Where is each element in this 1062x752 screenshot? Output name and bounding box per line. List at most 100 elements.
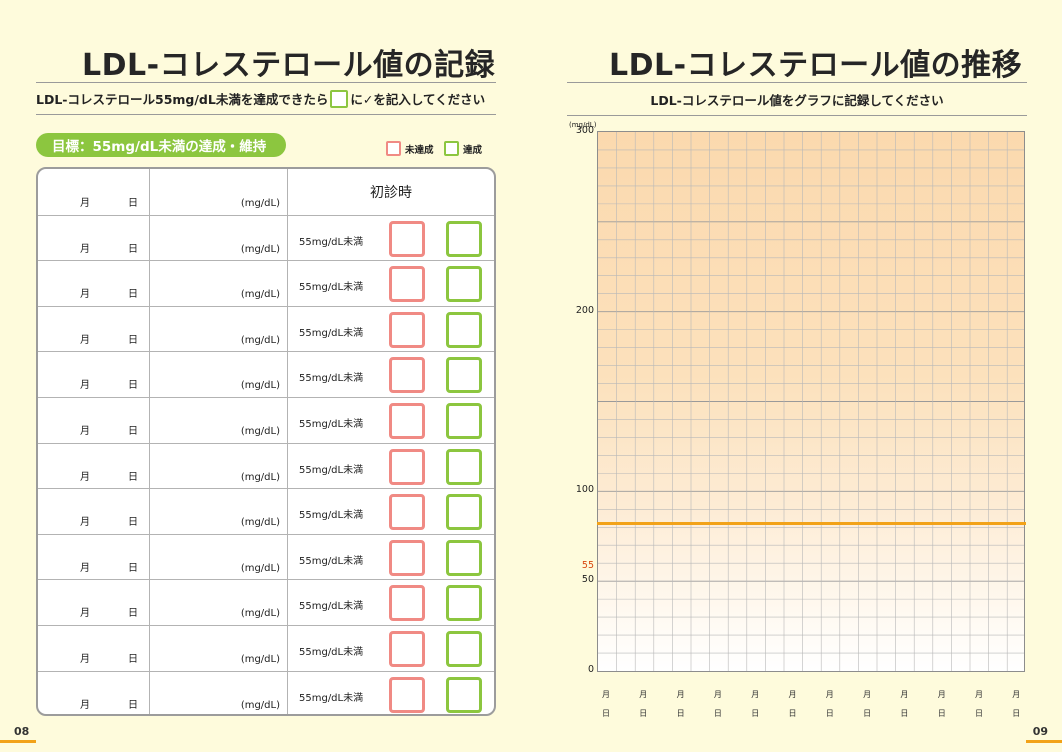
date-cell[interactable]: 月日 [38,443,150,489]
date-cell[interactable]: 月日 [38,169,150,215]
unit-label: (mg/dL) [240,334,280,346]
not-achieved-checkbox[interactable] [389,448,425,485]
value-cell[interactable]: (mg/dL) [150,398,288,443]
date-cell[interactable]: 月日 [38,671,150,714]
day-label: 日 [128,334,138,346]
achieved-checkbox[interactable] [446,539,482,576]
value-cell[interactable]: (mg/dL) [150,169,288,215]
table-row: 月日 (mg/dL) 55mg/dL未満 [38,351,494,398]
not-achieved-checkbox[interactable] [389,266,425,303]
achieved-checkbox[interactable] [446,403,482,439]
day-label: 日 [128,380,138,392]
date-cell[interactable]: 月日 [38,306,150,352]
date-cell[interactable]: 月日 [38,580,150,626]
threshold-label: 55mg/dL未満 [299,419,364,430]
not-achieved-checkbox[interactable] [389,631,425,667]
red-square-icon [386,141,401,156]
month-label: 月 [80,517,90,529]
achieved-checkbox[interactable] [446,311,482,348]
value-cell[interactable]: (mg/dL) [150,352,288,398]
table-row: 月日 (mg/dL) 55mg/dL未満 [38,670,494,714]
date-cell[interactable]: 月日 [38,215,150,261]
unit-label: (mg/dL) [240,699,280,711]
x-month-label: 月 [975,690,983,699]
not-achieved-checkbox[interactable] [389,357,425,394]
x-day-label: 日 [975,709,983,718]
day-label: 日 [128,198,138,209]
value-cell[interactable]: (mg/dL) [150,443,288,489]
threshold-label: 55mg/dL未満 [299,555,364,567]
x-month-label: 月 [937,690,946,699]
achieved-checkbox[interactable] [446,266,482,303]
value-cell[interactable]: (mg/dL) [150,534,288,580]
date-cell[interactable]: 月日 [38,534,150,580]
achieved-checkbox[interactable] [446,357,482,394]
graph-grid [598,132,1024,671]
threshold-label: 55mg/dL未満 [299,373,364,385]
first-visit-label: 初診時 [370,185,412,201]
value-cell[interactable]: (mg/dL) [150,580,288,626]
achieved-checkbox[interactable] [446,220,482,257]
not-achieved-checkbox[interactable] [389,494,425,531]
month-label: 月 [80,608,90,620]
day-label: 日 [128,517,138,529]
page-number-right: 09 [1032,725,1048,738]
y-tick-label: 50 [581,574,594,586]
page-number-left: 08 [14,725,30,738]
table-row: 月日 (mg/dL) 55mg/dL未満 [38,305,494,352]
not-achieved-checkbox[interactable] [389,676,425,713]
achieved-checkbox[interactable] [446,494,482,531]
x-month-label: 月 [751,690,760,699]
not-achieved-checkbox[interactable] [389,403,425,439]
unit-label: (mg/dL) [240,243,280,255]
date-cell[interactable]: 月日 [38,398,150,443]
value-cell[interactable]: (mg/dL) [150,489,288,535]
date-cell[interactable]: 月日 [38,626,150,671]
not-achieved-checkbox[interactable] [389,585,425,622]
achieved-checkbox[interactable] [446,448,482,485]
value-cell[interactable]: (mg/dL) [150,261,288,307]
threshold-label: 55mg/dL未満 [299,327,364,339]
x-month-label: 月 [639,690,648,699]
date-cell[interactable]: 月日 [38,261,150,307]
value-cell[interactable]: (mg/dL) [150,626,288,671]
achieved-checkbox[interactable] [446,631,482,667]
instruction-text: LDL-コレステロール55mg/dL未満を達成できたら に✓を記入してください [36,89,485,108]
goal-badge: 目標：55mg/dL未満の達成・維持 [36,133,286,157]
unit-label: (mg/dL) [240,471,280,483]
value-cell[interactable]: (mg/dL) [150,671,288,714]
not-achieved-checkbox[interactable] [389,539,425,576]
value-cell[interactable]: (mg/dL) [150,306,288,352]
day-label: 日 [128,471,138,483]
x-day-label: 日 [825,709,834,718]
green-square-icon [444,141,459,156]
not-achieved-checkbox[interactable] [389,220,425,257]
achieved-checkbox[interactable] [446,585,482,622]
x-month-label: 月 [713,690,722,699]
title-divider-right [567,82,1027,83]
month-label: 月 [80,471,90,483]
threshold-label: 55mg/dL未満 [299,510,364,522]
graph-subtitle: LDL-コレステロール値をグラフに記録してください [650,92,944,108]
sample-checkbox-icon [330,89,349,108]
not-achieved-checkbox[interactable] [389,311,425,348]
goal-line-label: 55 [581,560,594,572]
y-tick-label: 200 [575,304,594,316]
achieved-checkbox[interactable] [446,676,482,713]
table-row: 月日 (mg/dL) 55mg/dL未満 [38,214,494,261]
x-day-label: 日 [1012,709,1021,718]
day-label: 日 [128,243,138,255]
threshold-label: 55mg/dL未満 [299,601,364,613]
graph-plot-area[interactable] [597,131,1025,672]
threshold-label: 55mg/dL未満 [299,236,364,248]
date-cell[interactable]: 月日 [38,489,150,535]
page-bar-left [0,740,36,743]
date-cell[interactable]: 月日 [38,352,150,398]
day-label: 日 [128,289,138,301]
page-bar-right [1026,740,1062,743]
value-cell[interactable]: (mg/dL) [150,215,288,261]
month-label: 月 [80,198,90,209]
legend-achieved-label: 達成 [463,144,483,156]
unit-label: (mg/dL) [240,289,280,301]
unit-label: (mg/dL) [240,654,280,665]
